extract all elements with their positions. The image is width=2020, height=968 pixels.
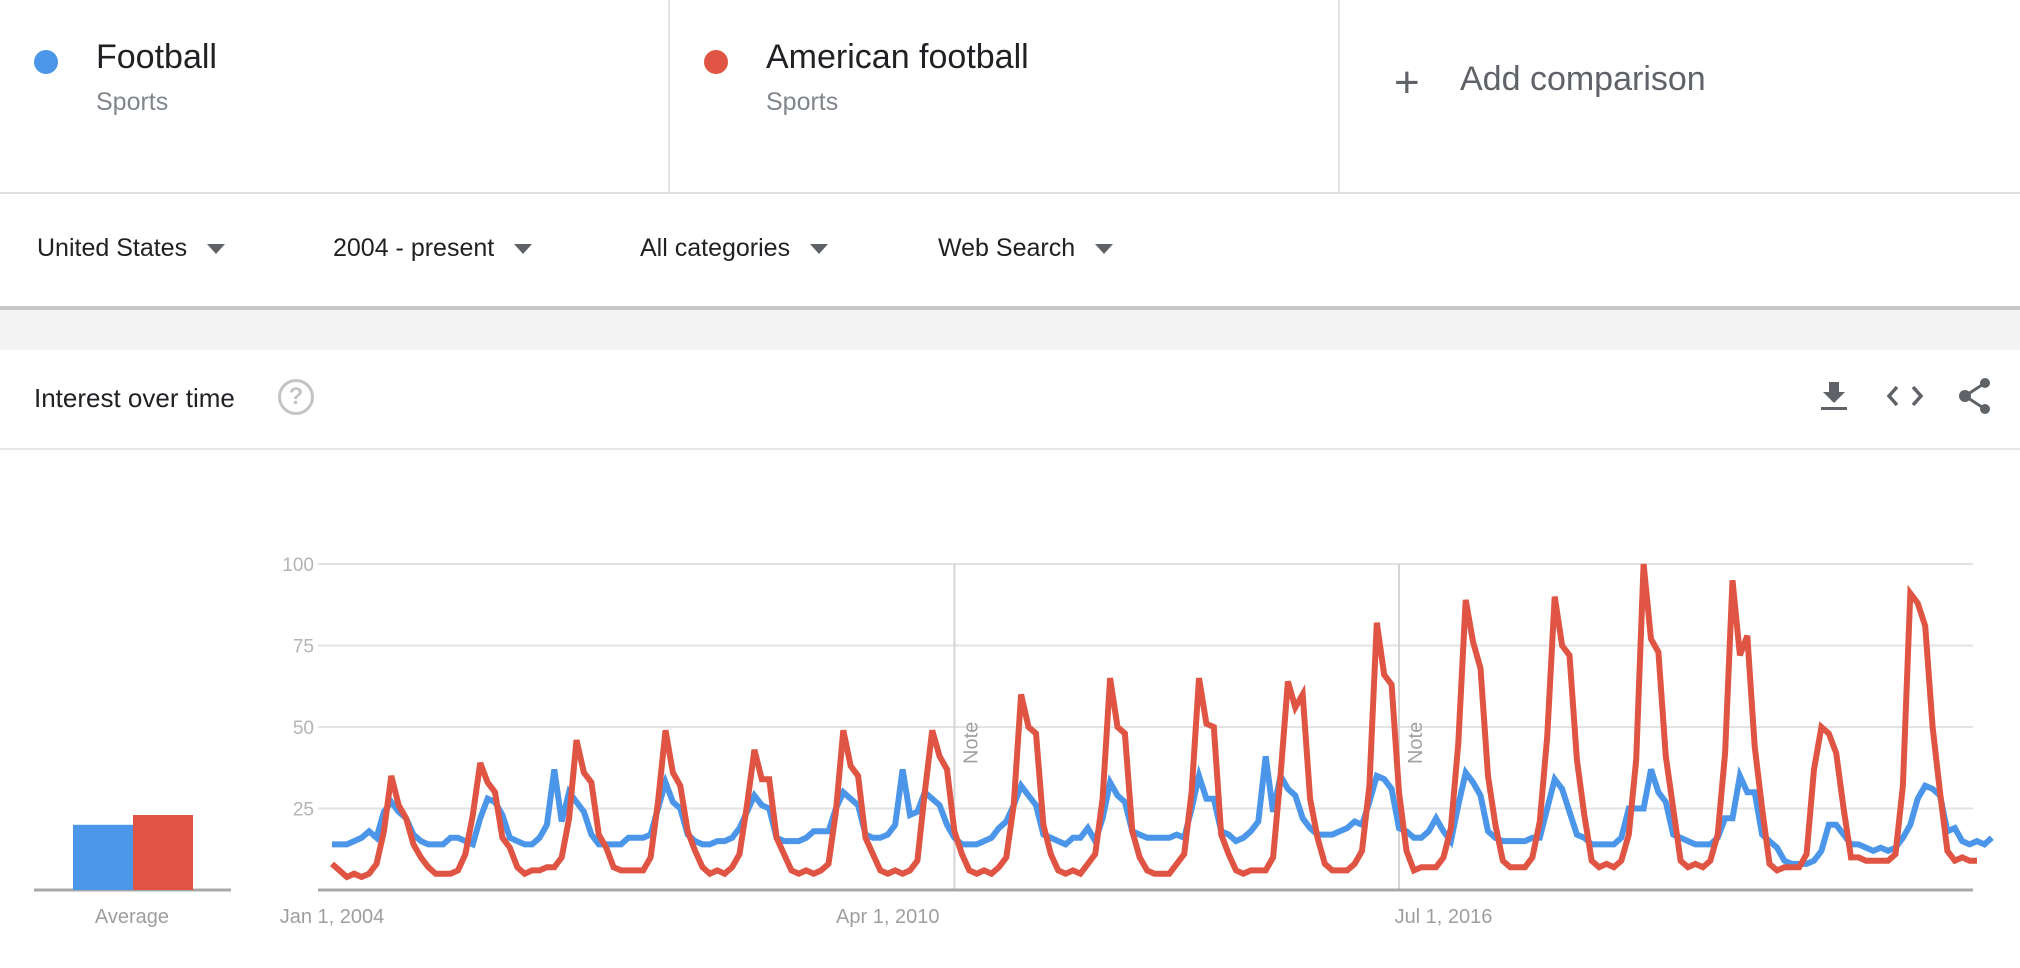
average-label: Average	[95, 906, 169, 928]
term-name: Football	[96, 38, 217, 76]
series-color-dot	[34, 50, 58, 74]
search-type-dropdown[interactable]: Web Search	[938, 234, 1114, 263]
search-term-football[interactable]: Football Sports	[0, 0, 670, 192]
x-tick-label: Jan 1, 2004	[280, 906, 385, 928]
caret-down-icon	[207, 243, 226, 254]
card-title: Interest over time	[34, 383, 235, 413]
add-comparison-button[interactable]: + Add comparison	[1340, 0, 2020, 192]
embed-button[interactable]	[1883, 374, 1927, 418]
search-term-american-football[interactable]: American football Sports	[670, 0, 1340, 192]
caret-down-icon	[810, 243, 829, 254]
filter-bar: United States 2004 - present All categor…	[0, 194, 2020, 310]
dropdown-label: Web Search	[938, 234, 1076, 262]
section-divider	[0, 310, 2020, 350]
share-icon	[1959, 378, 1990, 414]
share-button[interactable]	[1953, 374, 1997, 418]
term-name: American football	[766, 38, 1029, 76]
note-label[interactable]: Note	[1405, 722, 1427, 764]
y-tick-label: 75	[293, 637, 314, 658]
caret-down-icon	[514, 243, 533, 254]
dropdown-label: 2004 - present	[333, 234, 495, 262]
y-tick-label: 50	[293, 718, 314, 739]
y-tick-label: 25	[293, 800, 314, 821]
download-button[interactable]	[1812, 374, 1856, 418]
dropdown-label: United States	[37, 234, 188, 262]
interest-over-time-header: Interest over time ?	[0, 350, 2020, 450]
term-category: Sports	[96, 88, 169, 116]
help-circle-icon[interactable]: ?	[278, 379, 314, 415]
x-tick-label: Jul 1, 2016	[1395, 906, 1493, 928]
note-label[interactable]: Note	[960, 722, 982, 764]
add-comparison-label: Add comparison	[1460, 60, 1706, 98]
term-category: Sports	[766, 88, 839, 116]
average-bar[interactable]	[133, 815, 193, 890]
embed-code-icon	[1886, 385, 1924, 407]
download-icon	[1821, 382, 1847, 410]
interest-chart[interactable]: 25 50 75 100 Note Note Jan 1, 2004 Apr 1, 2010 J…	[0, 450, 2020, 968]
time-range-dropdown[interactable]: 2004 - present	[333, 234, 533, 263]
series-line-american-football[interactable]	[330, 563, 1977, 881]
region-dropdown[interactable]: United States	[37, 234, 226, 263]
dropdown-label: All categories	[640, 234, 791, 262]
plus-icon: +	[1394, 58, 1420, 107]
y-tick-label: 100	[282, 555, 314, 576]
average-bar[interactable]	[73, 824, 133, 890]
caret-down-icon	[1095, 243, 1114, 254]
x-tick-label: Apr 1, 2010	[836, 906, 939, 928]
category-dropdown[interactable]: All categories	[640, 234, 829, 263]
comparison-bar: Football Sports American football Sports…	[0, 0, 2020, 194]
series-color-dot	[704, 50, 728, 74]
